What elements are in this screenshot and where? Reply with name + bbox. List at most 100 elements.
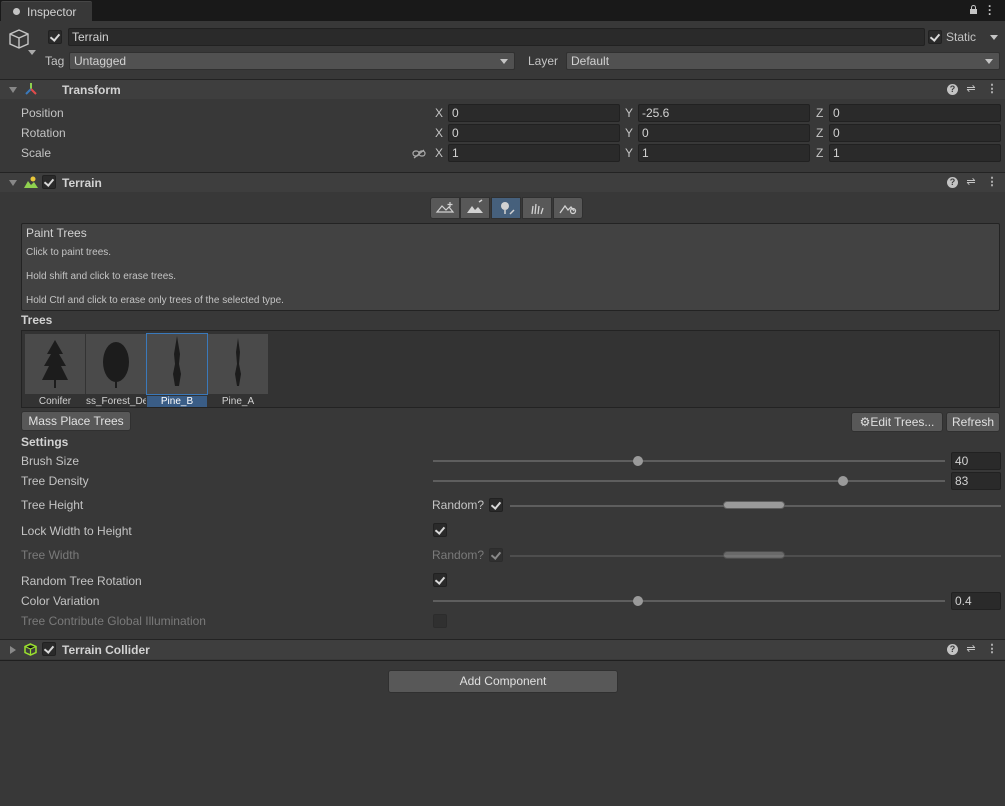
terrain-collider-enabled-checkbox[interactable] bbox=[42, 642, 56, 656]
color-variation-slider-thumb[interactable] bbox=[632, 596, 643, 606]
refresh-button[interactable]: Refresh bbox=[946, 412, 1000, 432]
tree-density-field[interactable]: 83 bbox=[951, 472, 1001, 490]
tree-item-pine-a[interactable]: Pine_A bbox=[208, 334, 268, 408]
edit-trees-button[interactable]: ⚙Edit Trees... bbox=[851, 412, 943, 432]
rotation-z-field[interactable]: 0 bbox=[829, 124, 1001, 142]
context-menu-icon[interactable]: ⋮ bbox=[986, 176, 998, 188]
axis-y-label[interactable]: Y bbox=[625, 126, 633, 140]
grass-paint-icon bbox=[531, 203, 544, 215]
tree-paint-icon bbox=[501, 202, 515, 215]
layer-dropdown[interactable]: Default bbox=[566, 52, 1000, 70]
scale-z-field[interactable]: 1 bbox=[829, 144, 1001, 162]
chevron-down-icon bbox=[985, 59, 993, 64]
tree-height-label: Tree Height bbox=[21, 498, 84, 512]
rotation-x-field[interactable]: 0 bbox=[448, 124, 620, 142]
axis-y-label[interactable]: Y bbox=[625, 146, 633, 160]
brush-size-slider-track[interactable] bbox=[433, 460, 945, 462]
paint-details-button[interactable] bbox=[522, 197, 552, 219]
axis-z-label[interactable]: Z bbox=[816, 126, 823, 140]
terrain-settings-button[interactable] bbox=[553, 197, 583, 219]
chevron-down-icon bbox=[500, 59, 508, 64]
axis-z-label[interactable]: Z bbox=[816, 106, 823, 120]
preset-settings-icon[interactable]: ⇌ bbox=[965, 176, 977, 188]
tree-item-conifer[interactable]: Conifer bbox=[25, 334, 85, 408]
help-line: Hold Ctrl and click to erase only trees … bbox=[26, 295, 284, 306]
tree-item-forest[interactable]: ss_Forest_De bbox=[86, 334, 146, 408]
terrain-component-icon bbox=[24, 175, 38, 189]
tree-height-range-bar[interactable] bbox=[723, 501, 785, 509]
info-icon bbox=[13, 8, 20, 15]
preset-settings-icon[interactable]: ⇌ bbox=[965, 83, 977, 95]
tag-dropdown[interactable]: Untagged bbox=[69, 52, 515, 70]
foldout-arrow-icon[interactable] bbox=[9, 87, 17, 93]
color-variation-field[interactable]: 0.4 bbox=[951, 592, 1001, 610]
help-icon[interactable]: ? bbox=[947, 177, 958, 188]
static-dropdown-caret[interactable] bbox=[990, 35, 998, 40]
terrain-add-icon bbox=[435, 202, 455, 213]
random-rotation-checkbox[interactable] bbox=[433, 573, 447, 587]
tab-bar: Inspector · · · bbox=[0, 0, 1005, 21]
paint-trees-title: Paint Trees bbox=[26, 226, 87, 240]
lock-icon[interactable] bbox=[969, 5, 978, 14]
preset-settings-icon[interactable]: ⇌ bbox=[965, 643, 977, 655]
paint-trees-button[interactable] bbox=[491, 197, 521, 219]
kebab-menu-icon[interactable]: · · · bbox=[988, 0, 992, 20]
terrain-header[interactable]: Terrain ? ⇌ ⋮ bbox=[0, 172, 1005, 192]
transform-axes-icon bbox=[24, 82, 38, 96]
brush-size-field[interactable]: 40 bbox=[951, 452, 1001, 470]
scale-x-field[interactable]: 1 bbox=[448, 144, 620, 162]
tree-preview-image bbox=[146, 333, 208, 395]
inspector-tab[interactable]: Inspector bbox=[1, 1, 92, 21]
tag-value: Untagged bbox=[74, 54, 127, 68]
tree-preview-image bbox=[208, 334, 268, 394]
terrain-enabled-checkbox[interactable] bbox=[42, 175, 56, 189]
create-neighbor-terrains-button[interactable] bbox=[430, 197, 460, 219]
active-checkbox[interactable] bbox=[48, 30, 62, 44]
context-menu-icon[interactable]: ⋮ bbox=[986, 643, 998, 655]
axis-x-label[interactable]: X bbox=[435, 146, 443, 160]
paint-terrain-button[interactable] bbox=[460, 197, 490, 219]
context-menu-icon[interactable]: ⋮ bbox=[986, 83, 998, 95]
mass-place-trees-button[interactable]: Mass Place Trees bbox=[21, 411, 131, 431]
color-variation-slider-track[interactable] bbox=[433, 600, 945, 602]
random-rotation-label: Random Tree Rotation bbox=[21, 574, 142, 588]
constrain-proportions-icon[interactable] bbox=[412, 148, 426, 159]
foldout-arrow-icon[interactable] bbox=[9, 180, 17, 186]
help-icon[interactable]: ? bbox=[947, 84, 958, 95]
lock-width-label: Lock Width to Height bbox=[21, 524, 132, 538]
tree-item-label: Conifer bbox=[38, 396, 72, 407]
position-z-field[interactable]: 0 bbox=[829, 104, 1001, 122]
axis-z-label[interactable]: Z bbox=[816, 146, 823, 160]
trees-label: Trees bbox=[21, 313, 53, 327]
rotation-y-field[interactable]: 0 bbox=[638, 124, 810, 142]
tree-density-slider-track[interactable] bbox=[433, 480, 945, 482]
axis-x-label[interactable]: X bbox=[435, 106, 443, 120]
lock-width-checkbox[interactable] bbox=[433, 523, 447, 537]
terrain-collider-header[interactable]: Terrain Collider ? ⇌ ⋮ bbox=[0, 639, 1005, 659]
position-y-field[interactable]: -25.6 bbox=[638, 104, 810, 122]
tree-preview-image bbox=[86, 334, 146, 394]
tree-item-pine-b[interactable]: Pine_B bbox=[146, 333, 208, 408]
scale-y-field[interactable]: 1 bbox=[638, 144, 810, 162]
tree-density-slider-thumb[interactable] bbox=[837, 476, 848, 486]
terrain-title: Terrain bbox=[62, 176, 102, 190]
tree-item-label: Pine_B bbox=[147, 396, 207, 407]
position-label: Position bbox=[21, 106, 64, 120]
transform-header[interactable]: Transform ? ⇌ ⋮ bbox=[0, 79, 1005, 99]
static-checkbox[interactable] bbox=[928, 30, 942, 44]
tree-item-label: Pine_A bbox=[221, 396, 255, 407]
tag-label: Tag bbox=[45, 54, 65, 68]
foldout-arrow-icon[interactable] bbox=[10, 646, 16, 654]
icon-dropdown-caret[interactable] bbox=[28, 50, 36, 55]
brush-size-label: Brush Size bbox=[21, 454, 80, 468]
brush-size-slider-thumb[interactable] bbox=[632, 456, 643, 466]
tree-height-random-checkbox[interactable] bbox=[489, 498, 503, 512]
help-icon[interactable]: ? bbox=[947, 644, 958, 655]
axis-x-label[interactable]: X bbox=[435, 126, 443, 140]
add-component-button[interactable]: Add Component bbox=[388, 670, 618, 693]
object-name-field[interactable]: Terrain bbox=[68, 28, 925, 46]
terrain-collider-title: Terrain Collider bbox=[62, 643, 150, 657]
terrain-paint-icon bbox=[467, 199, 483, 213]
position-x-field[interactable]: 0 bbox=[448, 104, 620, 122]
axis-y-label[interactable]: Y bbox=[625, 106, 633, 120]
